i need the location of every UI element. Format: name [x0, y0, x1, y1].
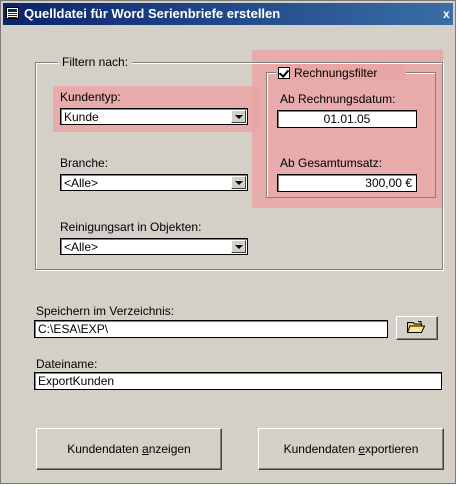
- kundendaten-exportieren-label: Kundendaten exportieren: [283, 442, 419, 456]
- window-title: Quelldatei für Word Serienbriefe erstell…: [24, 6, 281, 21]
- ab-rechnungsdatum-label: Ab Rechnungsdatum:: [280, 92, 396, 106]
- dateiname-value: ExportKunden: [38, 374, 115, 388]
- branche-combo[interactable]: <Alle>: [60, 174, 248, 191]
- kundentyp-label: Kundentyp:: [60, 90, 121, 104]
- browse-folder-button[interactable]: [396, 316, 438, 340]
- chevron-down-icon[interactable]: [231, 240, 246, 253]
- speichern-value: C:\ESA\EXP\: [38, 322, 109, 336]
- chevron-down-icon[interactable]: [231, 176, 246, 189]
- title-bar[interactable]: Quelldatei für Word Serienbriefe erstell…: [3, 3, 453, 25]
- folder-open-icon: [407, 321, 425, 333]
- kundentyp-combo[interactable]: Kunde: [60, 108, 248, 125]
- reinigungsart-combo[interactable]: <Alle>: [60, 238, 248, 255]
- kundendaten-anzeigen-button[interactable]: Kundendaten anzeigen: [36, 428, 222, 470]
- speichern-field[interactable]: C:\ESA\EXP\: [34, 320, 388, 338]
- branche-value: <Alle>: [64, 176, 99, 190]
- reinigungsart-label: Reinigungsart in Objekten:: [60, 220, 202, 234]
- kundendaten-exportieren-button[interactable]: Kundendaten exportieren: [258, 428, 444, 470]
- form-icon: [6, 7, 19, 19]
- kundendaten-anzeigen-label: Kundendaten anzeigen: [67, 442, 191, 456]
- rechnungsfilter-label: Rechnungsfilter: [294, 66, 378, 80]
- ab-gesamtumsatz-value: 300,00 €: [365, 176, 412, 190]
- branche-label: Branche:: [60, 156, 109, 170]
- ab-rechnungsdatum-field[interactable]: 01.01.05: [277, 110, 417, 128]
- speichern-label: Speichern im Verzeichnis:: [36, 304, 175, 318]
- dateiname-field[interactable]: ExportKunden: [34, 372, 442, 390]
- ab-gesamtumsatz-field[interactable]: 300,00 €: [277, 174, 417, 192]
- chevron-down-icon[interactable]: [231, 110, 246, 123]
- ab-rechnungsdatum-value: 01.01.05: [323, 112, 371, 126]
- dateiname-label: Dateiname:: [36, 357, 98, 371]
- filter-group-legend: Filtern nach:: [58, 55, 133, 69]
- rechnungsfilter-checkbox[interactable]: [278, 67, 290, 79]
- kundentyp-value: Kunde: [64, 110, 99, 124]
- reinigungsart-value: <Alle>: [64, 240, 99, 254]
- close-icon[interactable]: x: [443, 6, 455, 22]
- ab-gesamtumsatz-label: Ab Gesamtumsatz:: [280, 156, 383, 170]
